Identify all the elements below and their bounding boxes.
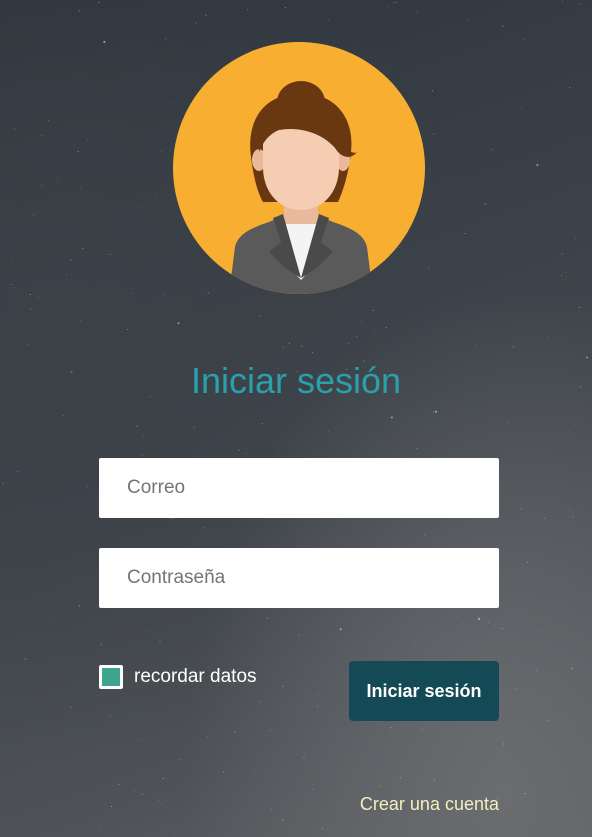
remember-checkbox[interactable] bbox=[99, 665, 123, 689]
password-field[interactable] bbox=[99, 548, 499, 608]
login-button[interactable]: Iniciar sesión bbox=[349, 661, 499, 721]
page-title: Iniciar sesión bbox=[190, 360, 402, 401]
remember-label: recordar datos bbox=[134, 666, 257, 687]
woman-avatar-icon bbox=[229, 81, 373, 294]
remember-option[interactable]: recordar datos bbox=[99, 662, 257, 692]
email-field[interactable] bbox=[99, 458, 499, 518]
create-account-link[interactable]: Crear una cuenta bbox=[360, 794, 499, 815]
avatar bbox=[173, 42, 425, 294]
